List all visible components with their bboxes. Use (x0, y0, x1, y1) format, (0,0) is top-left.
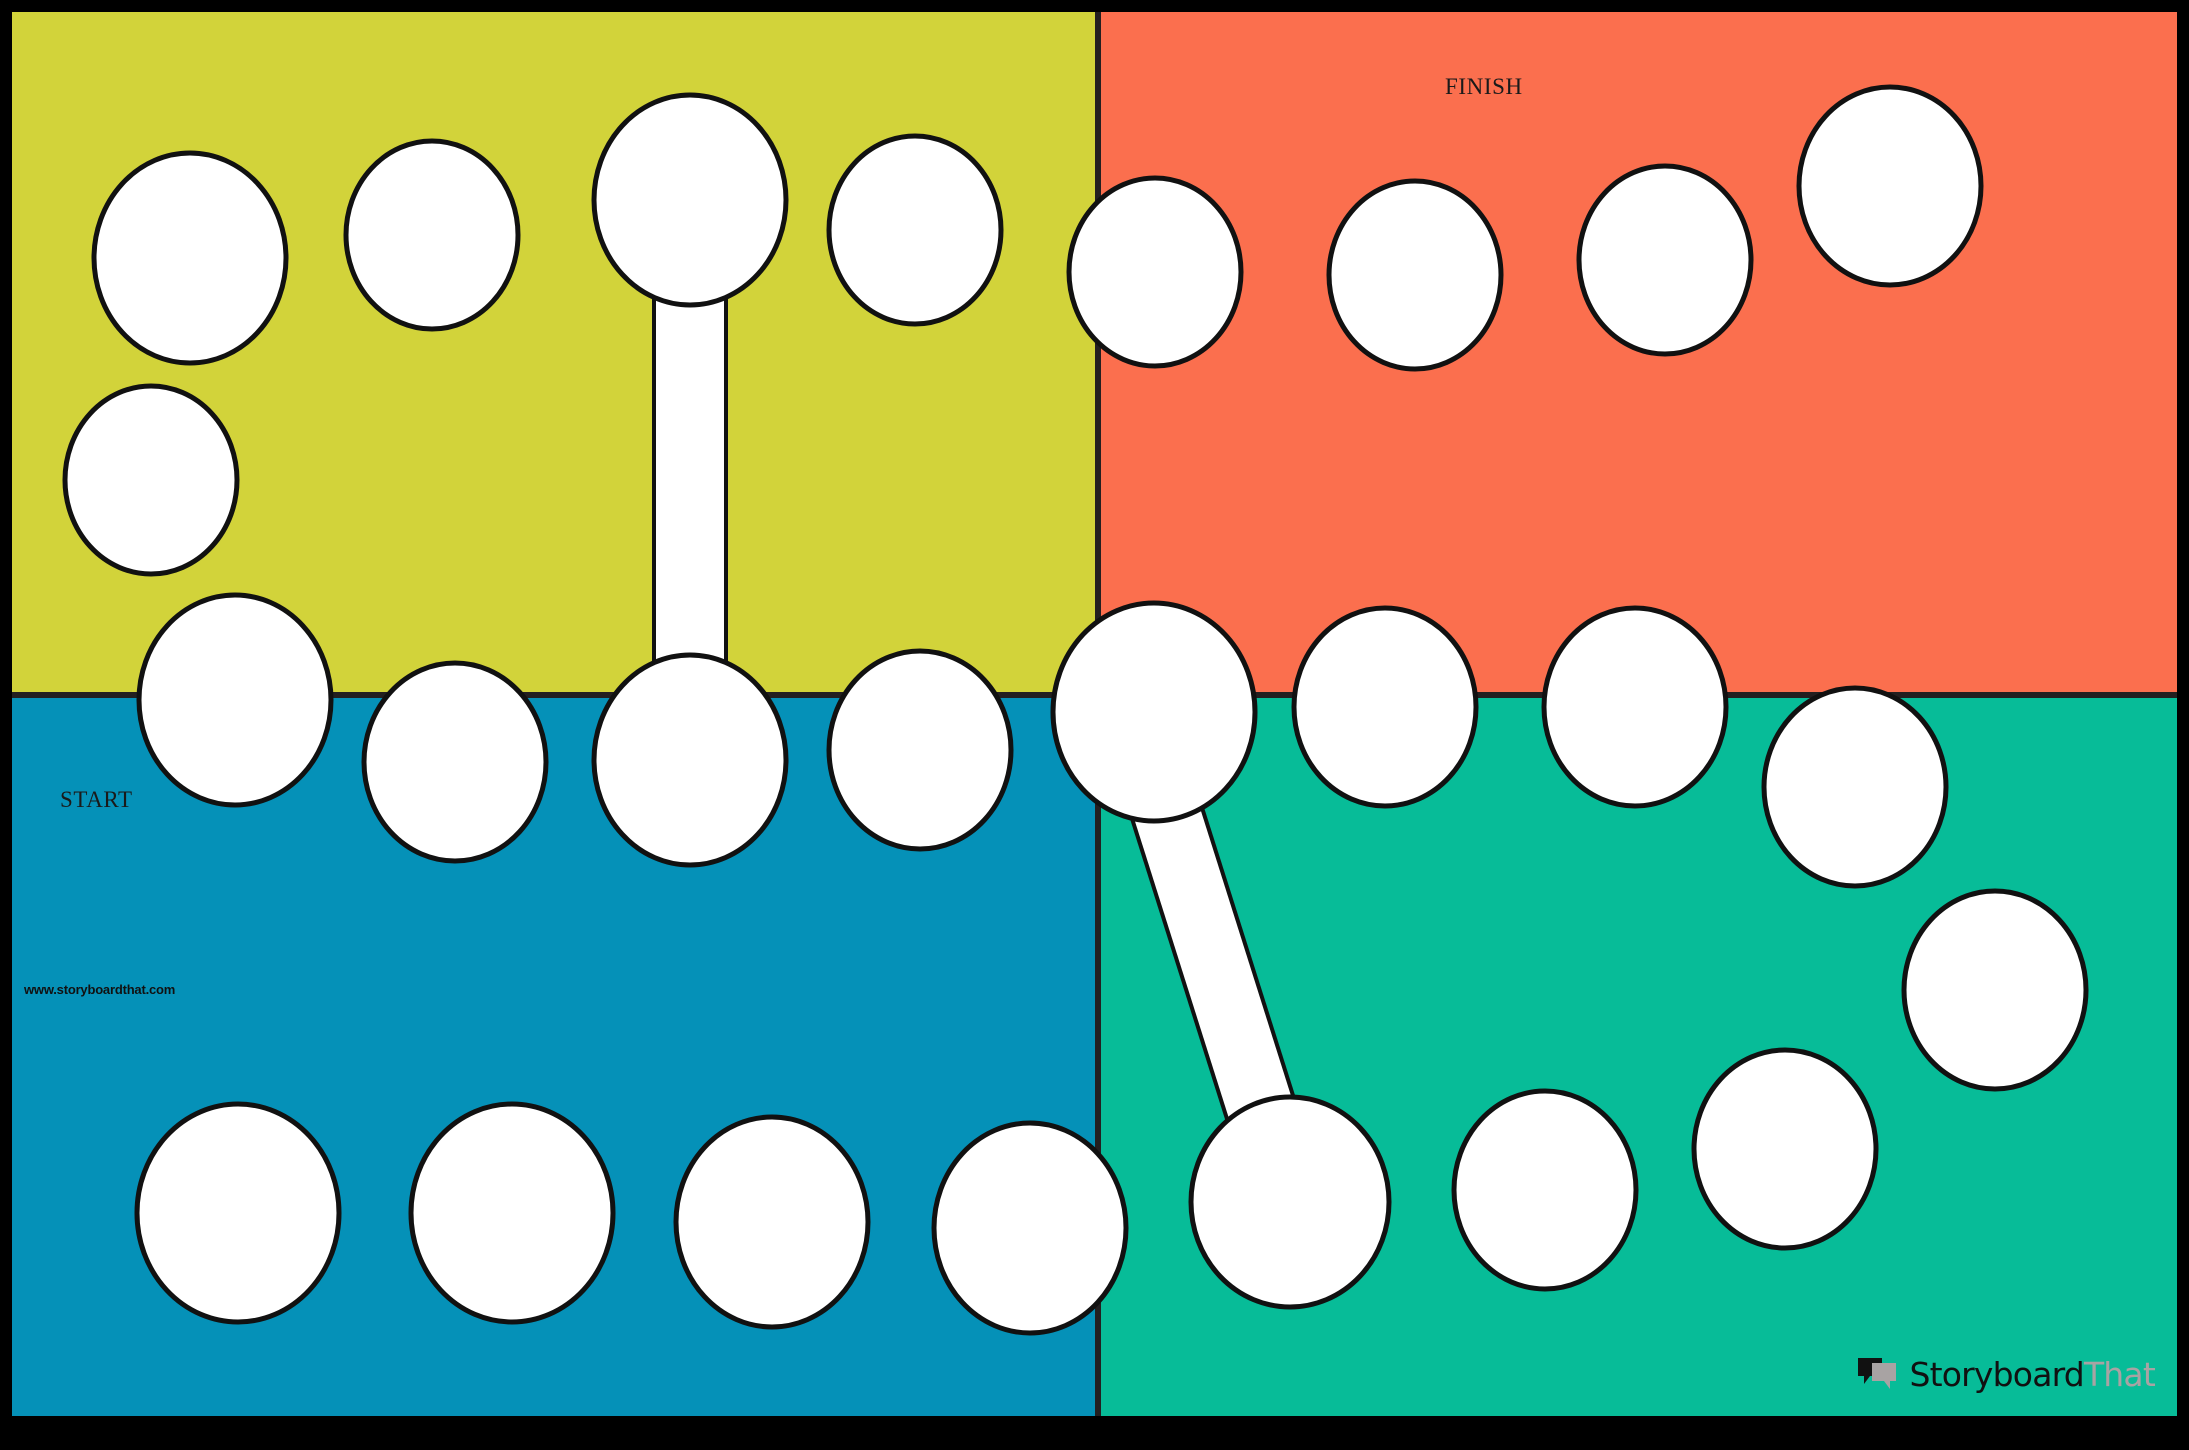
game-space-4[interactable] (931, 1120, 1129, 1336)
start-label: START (60, 787, 133, 812)
game-space-3[interactable] (673, 1114, 871, 1330)
website-url[interactable]: www.storyboardthat.com (24, 982, 175, 997)
space-start[interactable] (134, 1101, 342, 1325)
space-finish[interactable] (1796, 84, 1984, 288)
game-path (62, 84, 2089, 1336)
game-space-11[interactable] (1291, 605, 1479, 809)
game-space-22[interactable] (1066, 175, 1244, 369)
board-canvas: START FINISH www.storyboardthat.com Stor… (12, 12, 2177, 1416)
logo-word-storyboard: Storyboard (1909, 1354, 2084, 1394)
game-space-19[interactable] (343, 138, 521, 332)
logo-word-that: That (2083, 1354, 2156, 1394)
game-space-23[interactable] (1326, 178, 1504, 372)
game-space-20[interactable] (591, 92, 789, 308)
game-space-18[interactable] (91, 150, 289, 366)
game-space-6[interactable] (1451, 1088, 1639, 1292)
storyboardthat-logo[interactable]: StoryboardThat (1856, 1352, 2156, 1396)
game-space-12[interactable] (1050, 600, 1258, 824)
game-space-15[interactable] (361, 660, 549, 864)
space-layer (62, 84, 2089, 1336)
game-space-24[interactable] (1576, 163, 1754, 357)
game-space-10[interactable] (1541, 605, 1729, 809)
game-space-21[interactable] (826, 133, 1004, 327)
game-space-8[interactable] (1901, 888, 2089, 1092)
game-space-16[interactable] (136, 592, 334, 808)
finish-label: FINISH (1445, 74, 1523, 99)
game-space-5[interactable] (1188, 1094, 1392, 1310)
logo-wordmark: StoryboardThat (1909, 1358, 2155, 1391)
game-space-17[interactable] (62, 383, 240, 577)
game-space-9[interactable] (1761, 685, 1949, 889)
speech-bubbles-icon (1858, 1358, 1897, 1389)
game-space-13[interactable] (826, 648, 1014, 852)
board-game-template: START FINISH www.storyboardthat.com Stor… (0, 0, 2189, 1450)
game-space-14[interactable] (591, 652, 789, 868)
game-space-7[interactable] (1691, 1047, 1879, 1251)
game-space-2[interactable] (408, 1101, 616, 1325)
